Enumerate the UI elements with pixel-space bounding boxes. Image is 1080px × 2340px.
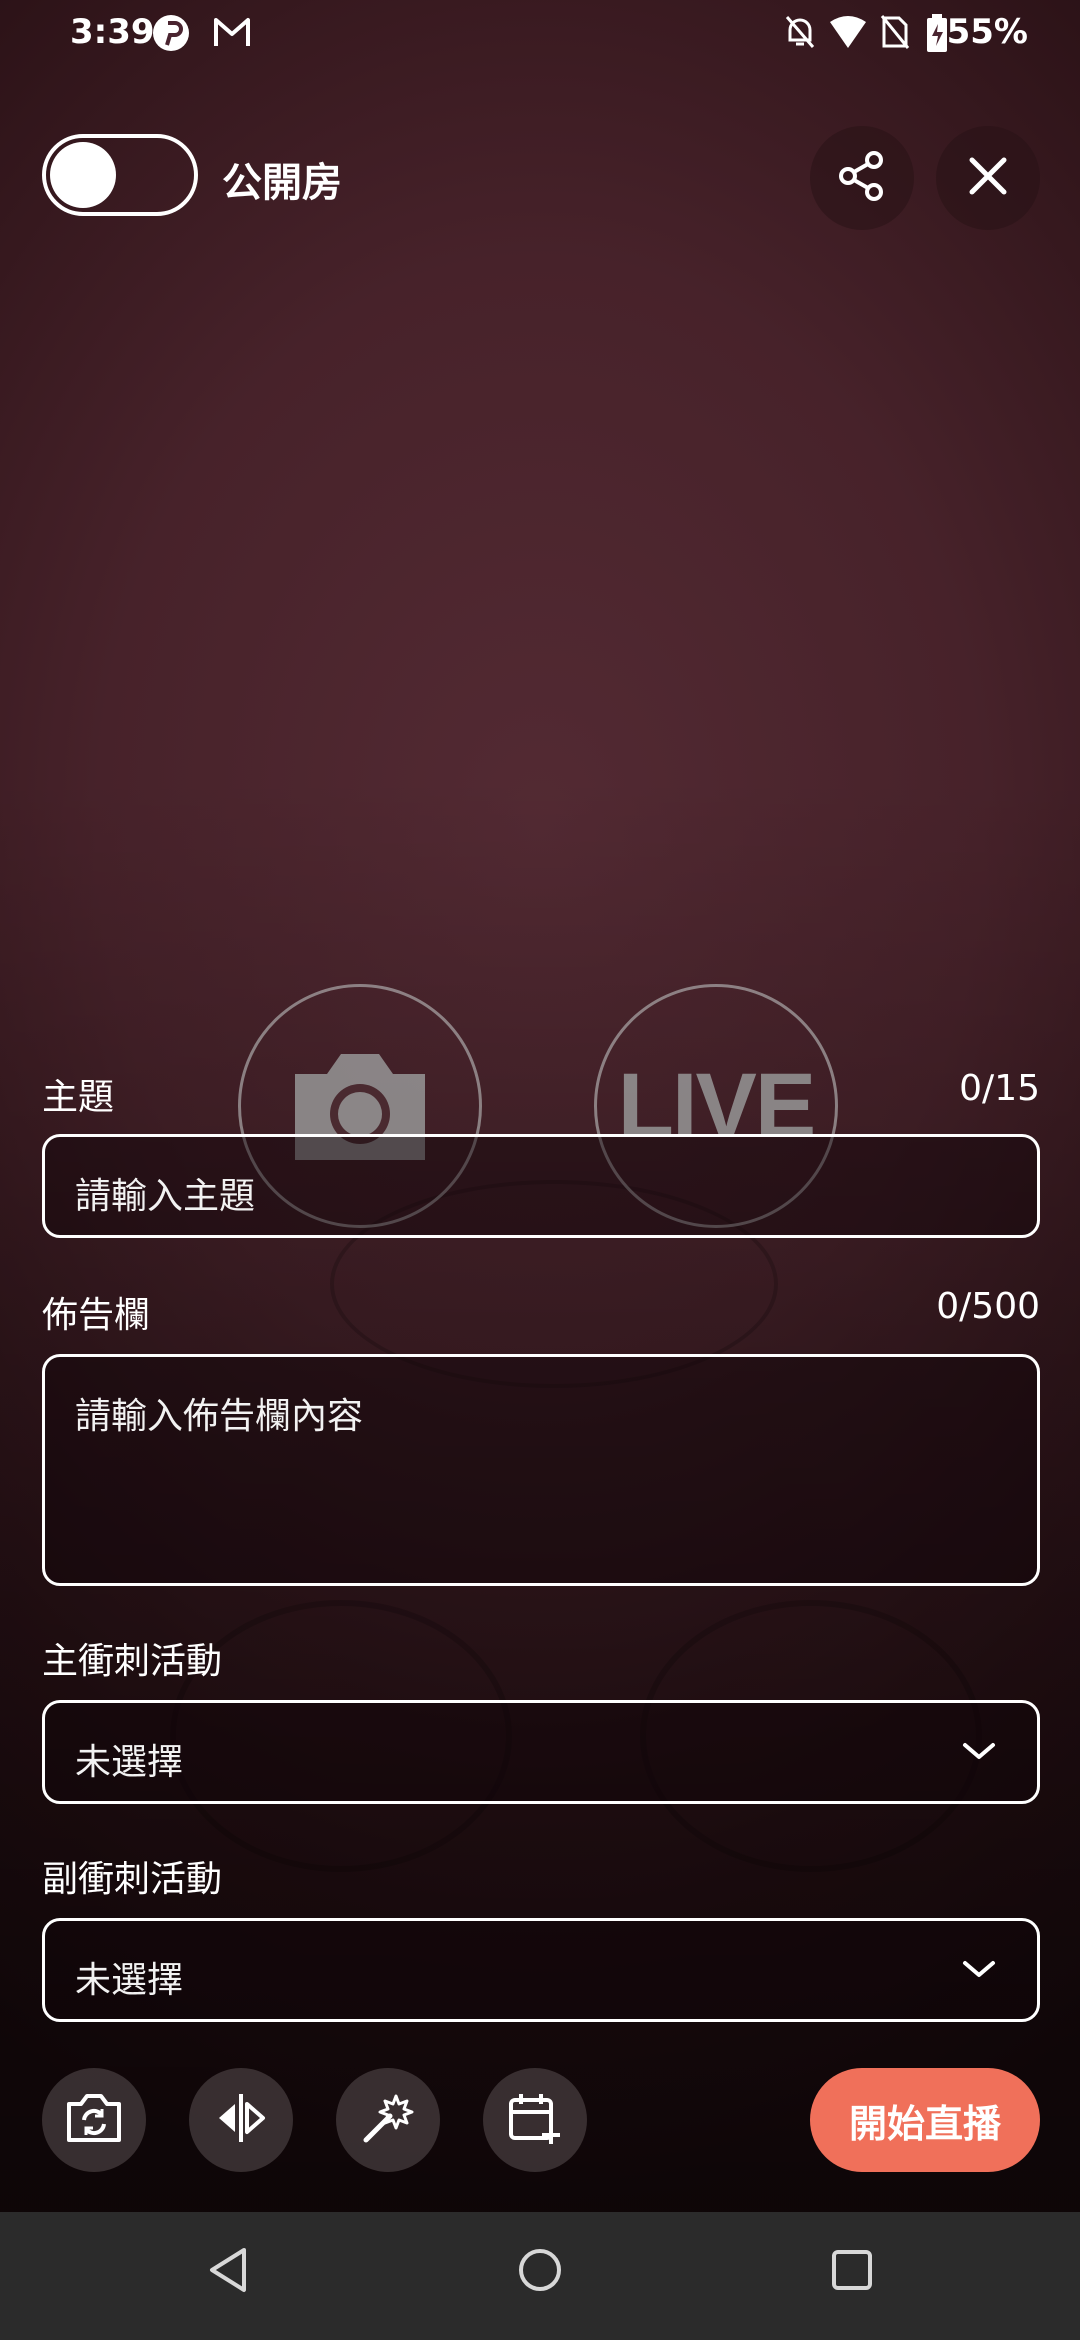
- public-room-label: 公開房: [222, 160, 342, 206]
- bell-off-icon: [784, 14, 816, 54]
- sub-campaign-select[interactable]: 未選擇: [42, 1918, 1040, 2022]
- close-icon: [966, 154, 1010, 202]
- gmail-icon: [212, 14, 252, 54]
- public-room-toggle[interactable]: [42, 134, 198, 216]
- main-campaign-label: 主衝刺活動: [42, 1641, 223, 1682]
- bulletin-counter: 0/500: [936, 1286, 1040, 1327]
- topic-label: 主題: [42, 1077, 115, 1118]
- close-button[interactable]: [936, 126, 1040, 230]
- bulletin-placeholder: 請輸入佈告欄內容: [75, 1396, 364, 1437]
- beauty-button[interactable]: [336, 2068, 440, 2172]
- battery-icon: [926, 14, 948, 56]
- wifi-icon: [828, 14, 868, 54]
- toggle-knob: [50, 142, 116, 208]
- sub-campaign-value: 未選擇: [75, 1960, 184, 2001]
- sub-campaign-label: 副衝刺活動: [42, 1859, 223, 1900]
- beauty-wand-icon: [360, 2090, 416, 2150]
- share-button[interactable]: [810, 126, 914, 230]
- recents-icon[interactable]: [830, 2246, 874, 2298]
- start-live-button[interactable]: 開始直播: [810, 2068, 1040, 2172]
- start-live-label: 開始直播: [848, 2101, 1001, 2146]
- topic-input[interactable]: 請輸入主題: [42, 1134, 1040, 1238]
- status-time: 3:39: [70, 12, 155, 52]
- calendar-add-icon: [507, 2090, 563, 2150]
- home-icon[interactable]: [516, 2246, 564, 2298]
- battery-percent: 55%: [946, 12, 1028, 52]
- camera-switch-icon: [65, 2092, 123, 2148]
- bulletin-textarea[interactable]: 請輸入佈告欄內容: [42, 1354, 1040, 1586]
- schedule-button[interactable]: [483, 2068, 587, 2172]
- system-nav-bar: [0, 2212, 1080, 2340]
- mirror-icon: [213, 2092, 269, 2148]
- main-campaign-select[interactable]: 未選擇: [42, 1700, 1040, 1804]
- topic-placeholder: 請輸入主題: [75, 1176, 256, 1217]
- chevron-down-icon: [961, 1739, 997, 1767]
- back-icon[interactable]: [206, 2246, 250, 2298]
- share-icon: [834, 148, 890, 208]
- mirror-button[interactable]: [189, 2068, 293, 2172]
- switch-camera-button[interactable]: [42, 2068, 146, 2172]
- pinterest-icon: [152, 14, 190, 56]
- topic-counter: 0/15: [959, 1068, 1040, 1109]
- bulletin-label: 佈告欄: [42, 1295, 151, 1336]
- no-sim-icon: [880, 14, 910, 54]
- main-campaign-value: 未選擇: [75, 1742, 184, 1783]
- chevron-down-icon: [961, 1957, 997, 1985]
- status-bar: 3:39 55%: [0, 0, 1080, 64]
